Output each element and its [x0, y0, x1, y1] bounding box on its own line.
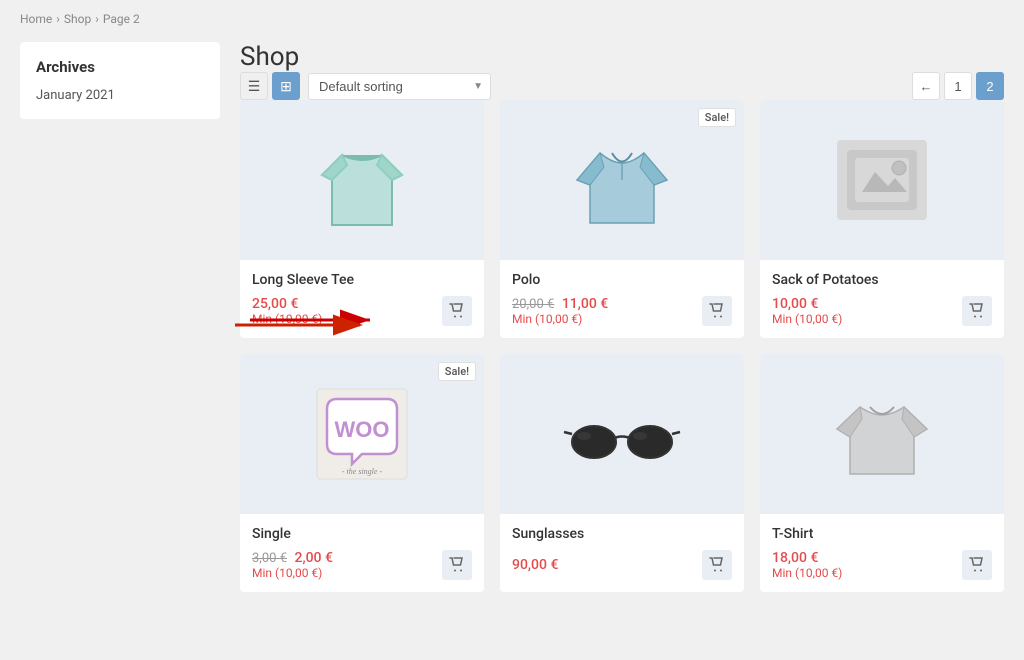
- tshirt-image: [822, 369, 942, 499]
- product-name-potatoes: Sack of Potatoes: [772, 272, 992, 288]
- svg-text:- the single -: - the single -: [342, 467, 383, 476]
- product-image-wrapper: [240, 100, 484, 260]
- tshirt-price-min: Min (10,00 €): [772, 566, 842, 580]
- prev-page-button[interactable]: ←: [912, 72, 940, 100]
- sort-wrapper: Default sorting Sort by popularity Sort …: [308, 73, 491, 100]
- product-pricing-tshirt: 18,00 € Min (10,00 €): [772, 550, 992, 580]
- product-pricing-single: 3,00 € 2,00 € Min (10,00 €): [252, 550, 472, 580]
- cart-icon: [449, 303, 465, 319]
- product-card-sack-of-potatoes: Sack of Potatoes 10,00 € Min (10,00 €): [760, 100, 1004, 338]
- price-block: 25,00 € Min (10,00 €): [252, 296, 322, 326]
- price-block-tshirt: 18,00 € Min (10,00 €): [772, 550, 842, 580]
- breadcrumb-home[interactable]: Home: [20, 12, 52, 26]
- polo-price-sale: 11,00 €: [562, 296, 608, 312]
- shop-header: Shop ☰ ⊞ Default sorting Sort by popular…: [240, 42, 1004, 100]
- add-to-cart-button-single[interactable]: [442, 550, 472, 580]
- price-block-sunglasses: 90,00 €: [512, 557, 558, 573]
- breadcrumb-shop[interactable]: Shop: [64, 12, 91, 26]
- product-image-wrapper-polo: Sale!: [500, 100, 744, 260]
- product-card-single: Sale! WOO - the single -: [240, 354, 484, 592]
- single-price-min: Min (10,00 €): [252, 566, 333, 580]
- single-price-line: 3,00 € 2,00 €: [252, 550, 333, 566]
- product-image-wrapper-potatoes: [760, 100, 1004, 260]
- polo-price-line: 20,00 € 11,00 €: [512, 296, 608, 312]
- main-layout: Archives January 2021 Shop ☰ ⊞: [20, 42, 1004, 592]
- add-to-cart-button-tshirt[interactable]: [962, 550, 992, 580]
- sidebar-card: Archives January 2021: [20, 42, 220, 119]
- shop-title: Shop: [240, 42, 1004, 72]
- cart-icon-tshirt: [969, 557, 985, 573]
- sale-badge-single: Sale!: [438, 362, 476, 381]
- cart-icon-polo: [709, 303, 725, 319]
- product-pricing: 25,00 € Min (10,00 €): [252, 296, 472, 326]
- svg-text:WOO: WOO: [335, 417, 390, 442]
- content: Shop ☰ ⊞ Default sorting Sort by popular…: [240, 42, 1004, 592]
- polo-price-min: Min (10,00 €): [512, 312, 608, 326]
- breadcrumb-current: Page 2: [103, 12, 140, 26]
- price-block-single: 3,00 € 2,00 € Min (10,00 €): [252, 550, 333, 580]
- add-to-cart-button-polo[interactable]: [702, 296, 732, 326]
- tshirt-price: 18,00 €: [772, 550, 842, 566]
- potatoes-price: 10,00 €: [772, 296, 842, 312]
- placeholder-icon: [847, 150, 917, 210]
- breadcrumb: Home › Shop › Page 2: [20, 12, 1004, 26]
- sidebar-link-january-2021[interactable]: January 2021: [36, 88, 204, 103]
- placeholder-image: [837, 140, 927, 220]
- product-card-polo: Sale!: [500, 100, 744, 338]
- polo-price-old: 20,00 €: [512, 297, 554, 312]
- price-block-polo: 20,00 € 11,00 € Min (10,00 €): [512, 296, 608, 326]
- product-image-wrapper-single: Sale! WOO - the single -: [240, 354, 484, 514]
- sidebar: Archives January 2021: [20, 42, 220, 592]
- sort-select[interactable]: Default sorting Sort by popularity Sort …: [308, 73, 491, 100]
- cart-icon-potatoes: [969, 303, 985, 319]
- polo-image: [562, 115, 682, 245]
- products-grid: Long Sleeve Tee 25,00 € Min (10,00 €): [240, 100, 1004, 592]
- product-name-tshirt: T-Shirt: [772, 526, 992, 542]
- shop-controls: ☰ ⊞ Default sorting Sort by popularity S…: [240, 72, 1004, 100]
- product-info-polo: Polo 20,00 € 11,00 € Min (10,00 €): [500, 260, 744, 338]
- add-to-cart-button-sunglasses[interactable]: [702, 550, 732, 580]
- product-pricing-polo: 20,00 € 11,00 € Min (10,00 €): [512, 296, 732, 326]
- sale-badge-polo: Sale!: [698, 108, 736, 127]
- price-block-potatoes: 10,00 € Min (10,00 €): [772, 296, 842, 326]
- product-card-long-sleeve-tee: Long Sleeve Tee 25,00 € Min (10,00 €): [240, 100, 484, 338]
- grid-view-button[interactable]: ⊞: [272, 72, 300, 100]
- product-price-min: Min (10,00 €): [252, 312, 322, 326]
- product-info: Long Sleeve Tee 25,00 € Min (10,00 €): [240, 260, 484, 338]
- products-section: Long Sleeve Tee 25,00 € Min (10,00 €): [240, 100, 1004, 592]
- product-info-tshirt: T-Shirt 18,00 € Min (10,00 €): [760, 514, 1004, 592]
- cart-icon-single: [449, 557, 465, 573]
- product-card-sunglasses: Sunglasses 90,00 €: [500, 354, 744, 592]
- sunglasses-price: 90,00 €: [512, 557, 558, 573]
- product-name-sunglasses: Sunglasses: [512, 526, 732, 542]
- product-card-t-shirt: T-Shirt 18,00 € Min (10,00 €): [760, 354, 1004, 592]
- product-price: 25,00 €: [252, 296, 322, 312]
- product-info-potatoes: Sack of Potatoes 10,00 € Min (10,00 €): [760, 260, 1004, 338]
- product-name-polo: Polo: [512, 272, 732, 288]
- product-image-wrapper-tshirt: [760, 354, 1004, 514]
- potatoes-price-min: Min (10,00 €): [772, 312, 842, 326]
- long-sleeve-tee-image: [302, 115, 422, 245]
- product-name-single: Single: [252, 526, 472, 542]
- product-info-single: Single 3,00 € 2,00 € Min (10,00 €): [240, 514, 484, 592]
- view-controls: ☰ ⊞: [240, 72, 300, 100]
- product-pricing-potatoes: 10,00 € Min (10,00 €): [772, 296, 992, 326]
- product-pricing-sunglasses: 90,00 €: [512, 550, 732, 580]
- sidebar-title: Archives: [36, 58, 204, 76]
- cart-icon-sunglasses: [709, 557, 725, 573]
- single-image: WOO - the single -: [302, 369, 422, 499]
- list-view-button[interactable]: ☰: [240, 72, 268, 100]
- page-1-button[interactable]: 1: [944, 72, 972, 100]
- single-price-sale: 2,00 €: [295, 550, 333, 566]
- sunglasses-image: [562, 369, 682, 499]
- pagination: ← 1 2: [912, 72, 1004, 100]
- product-info-sunglasses: Sunglasses 90,00 €: [500, 514, 744, 592]
- single-price-old: 3,00 €: [252, 551, 287, 566]
- page-wrapper: Home › Shop › Page 2 Archives January 20…: [0, 0, 1024, 622]
- page-2-button[interactable]: 2: [976, 72, 1004, 100]
- add-to-cart-button-potatoes[interactable]: [962, 296, 992, 326]
- product-image-wrapper-sunglasses: [500, 354, 744, 514]
- add-to-cart-button[interactable]: [442, 296, 472, 326]
- product-name: Long Sleeve Tee: [252, 272, 472, 288]
